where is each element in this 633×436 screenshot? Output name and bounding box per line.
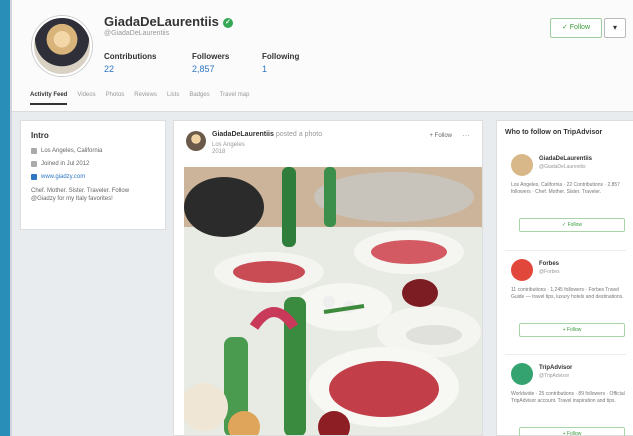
food-table-image	[184, 167, 482, 435]
intro-location: Los Angeles, California	[31, 148, 155, 154]
who-to-follow-title: Who to follow on TripAdvisor	[505, 129, 603, 136]
suggestion-avatar[interactable]	[511, 154, 533, 176]
post-photo[interactable]	[184, 167, 482, 435]
suggestion-name[interactable]: GiadaDeLaurentiis	[539, 156, 592, 162]
suggestion-avatar[interactable]	[511, 259, 533, 281]
intro-title: Intro	[31, 131, 49, 140]
link-icon	[31, 174, 37, 180]
suggestion-handle: @GiadaDeLaurentiis	[539, 164, 586, 170]
suggestion-description: Los Angeles, California · 22 Contributio…	[511, 182, 620, 195]
suggestion-name[interactable]: Forbes	[539, 261, 559, 267]
suggestion-name[interactable]: TripAdvisor	[539, 365, 572, 371]
suggestion-description: 11 contributions · 1,245 followers · For…	[511, 287, 624, 300]
suggestion-card: TripAdvisor @TripAdvisor Worldwide · 25 …	[505, 354, 626, 436]
tab-reviews[interactable]: Reviews	[134, 92, 157, 105]
verified-badge-icon: ✓	[222, 17, 233, 28]
tab-photos[interactable]: Photos	[106, 92, 125, 105]
profile-name: GiadaDeLaurentiis ✓	[104, 14, 233, 29]
stat-followers[interactable]: Followers 2,857	[192, 52, 229, 74]
suggestion-card: Forbes @Forbes 11 contributions · 1,245 …	[505, 250, 626, 346]
intro-website-link[interactable]: www.giadzy.com	[31, 174, 155, 180]
post-menu-icon[interactable]: ···	[462, 131, 470, 140]
suggestion-handle: @Forbes	[539, 269, 560, 275]
post-author-avatar[interactable]	[186, 131, 206, 151]
profile-tabs: Activity Feed Videos Photos Reviews List…	[30, 92, 249, 105]
who-to-follow-panel: Who to follow on TripAdvisor GiadaDeLaur…	[496, 120, 633, 436]
post-meta: Los Angeles 2018	[212, 142, 245, 155]
location-pin-icon	[31, 148, 37, 154]
suggestion-card: GiadaDeLaurentiis @GiadaDeLaurentiis Los…	[505, 146, 626, 242]
post-follow-button[interactable]: + Follow	[429, 133, 452, 139]
suggestion-description: Worldwide · 25 contributions · 89 follow…	[511, 391, 625, 404]
stat-contributions[interactable]: Contributions 22	[104, 52, 156, 74]
tab-badges[interactable]: Badges	[189, 92, 209, 105]
feed-post: GiadaDeLaurentiis posted a photo Los Ang…	[173, 120, 483, 436]
tab-travel-map[interactable]: Travel map	[220, 92, 250, 105]
suggestion-follow-button[interactable]: + Follow	[519, 427, 625, 436]
stat-following[interactable]: Following 1	[262, 52, 299, 74]
profile-avatar[interactable]	[32, 16, 92, 76]
intro-joined: Joined in Jul 2012	[31, 161, 155, 167]
suggestion-handle: @TripAdvisor	[539, 373, 570, 379]
post-author: GiadaDeLaurentiis posted a photo	[212, 131, 323, 138]
suggestion-follow-button[interactable]: ✓ Follow	[519, 218, 625, 232]
suggestion-follow-button[interactable]: + Follow	[519, 323, 625, 337]
profile-header: GiadaDeLaurentiis ✓ @GiadaDeLaurentiis Co…	[12, 0, 633, 112]
intro-card: Intro Los Angeles, California Joined in …	[20, 120, 166, 230]
tab-videos[interactable]: Videos	[77, 92, 95, 105]
calendar-icon	[31, 161, 37, 167]
tab-activity-feed[interactable]: Activity Feed	[30, 92, 68, 105]
follow-options-dropdown[interactable]: ▾	[604, 18, 626, 38]
profile-handle: @GiadaDeLaurentiis	[104, 30, 170, 37]
tab-lists[interactable]: Lists	[167, 92, 179, 105]
intro-bio: Chef. Mother. Sister. Traveler. Follow @…	[31, 188, 130, 202]
suggestion-avatar[interactable]	[511, 363, 533, 385]
tripadvisor-profile-page: GiadaDeLaurentiis ✓ @GiadaDeLaurentiis Co…	[10, 0, 633, 436]
follow-button[interactable]: ✓ Follow	[550, 18, 602, 38]
